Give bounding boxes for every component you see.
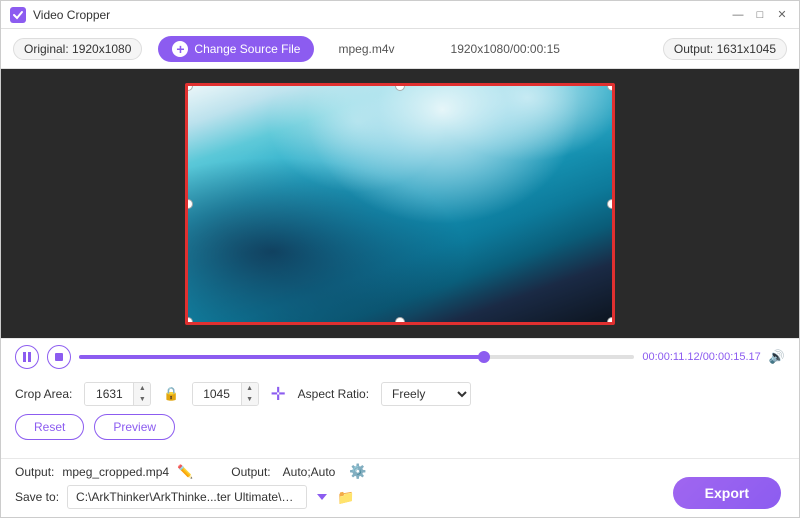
crop-height-down[interactable]: ▼	[242, 394, 258, 405]
crop-width-up[interactable]: ▲	[134, 383, 150, 394]
title-bar: Video Cropper — □ ✕	[1, 1, 799, 29]
lock-icon[interactable]: 🔒	[163, 386, 179, 402]
current-time: 00:00:11.12	[642, 351, 699, 363]
crop-width-spinners: ▲ ▼	[133, 383, 150, 405]
crop-width-input[interactable]	[85, 383, 133, 405]
reset-button[interactable]: Reset	[15, 414, 84, 440]
output-resolution-label: Output: 1631x1045	[663, 38, 787, 60]
video-area	[1, 69, 799, 338]
minimize-button[interactable]: —	[729, 6, 747, 24]
time-display: 00:00:11.12/00:00:15.17	[642, 351, 760, 363]
crop-height-input[interactable]	[193, 383, 241, 405]
folder-icon[interactable]: 📁	[337, 489, 354, 506]
stop-icon	[54, 352, 64, 362]
btn-row: Reset Preview	[15, 414, 785, 440]
output2-value: Auto;Auto	[283, 465, 336, 479]
main-window: Video Cropper — □ ✕ Original: 1920x1080 …	[0, 0, 800, 518]
preview-button[interactable]: Preview	[94, 414, 175, 440]
title-bar-left: Video Cropper	[9, 6, 110, 24]
crop-height-up[interactable]: ▲	[242, 383, 258, 394]
video-frame[interactable]	[185, 83, 615, 325]
crop-width-down[interactable]: ▼	[134, 394, 150, 405]
save-to-label: Save to:	[15, 490, 59, 504]
window-title: Video Cropper	[33, 8, 110, 22]
pause-button[interactable]	[15, 345, 39, 369]
bottom-left: Output: mpeg_cropped.mp4 ✏️ Output: Auto…	[15, 463, 673, 509]
playback-bar: 00:00:11.12/00:00:15.17 🔊	[1, 338, 799, 374]
bottom-area: Output: mpeg_cropped.mp4 ✏️ Output: Auto…	[1, 463, 799, 517]
crop-width-input-wrap[interactable]: ▲ ▼	[84, 382, 151, 406]
divider-1	[1, 458, 799, 459]
total-time: 00:00:15.17	[703, 351, 761, 363]
crop-handle-top-right[interactable]	[607, 83, 615, 91]
title-bar-controls: — □ ✕	[729, 6, 791, 24]
pause-icon	[22, 351, 32, 363]
save-path-text: C:\ArkThinker\ArkThinke...ter Ultimate\V…	[76, 490, 298, 504]
original-resolution-label: Original: 1920x1080	[13, 38, 142, 60]
wave-overlay	[188, 86, 612, 322]
app-icon	[9, 6, 27, 24]
controls-area: Crop Area: ▲ ▼ 🔒 ▲ ▼ ✛ Aspect Ratio: Fre…	[1, 374, 799, 454]
crop-height-spinners: ▲ ▼	[241, 383, 258, 405]
plus-icon: +	[172, 41, 188, 57]
crop-handle-bottom-right[interactable]	[607, 317, 615, 325]
volume-icon[interactable]: 🔊	[769, 349, 785, 365]
top-bar: Original: 1920x1080 + Change Source File…	[1, 29, 799, 69]
aspect-ratio-select[interactable]: Freely 16:9 4:3 1:1 9:16	[381, 382, 471, 406]
output-filename: mpeg_cropped.mp4	[62, 465, 169, 479]
file-name: mpeg.m4v	[338, 42, 394, 56]
progress-thumb[interactable]	[478, 351, 490, 363]
crop-height-input-wrap[interactable]: ▲ ▼	[192, 382, 259, 406]
edit-icon[interactable]: ✏️	[177, 464, 193, 480]
aspect-ratio-label: Aspect Ratio:	[298, 387, 369, 401]
move-icon[interactable]: ✛	[271, 384, 286, 405]
output-label: Output:	[15, 465, 54, 479]
progress-track[interactable]	[79, 355, 634, 359]
save-path-display: C:\ArkThinker\ArkThinke...ter Ultimate\V…	[67, 485, 307, 509]
progress-fill	[79, 355, 484, 359]
save-row: Save to: C:\ArkThinker\ArkThinke...ter U…	[15, 485, 673, 509]
change-source-label: Change Source File	[194, 42, 300, 56]
video-canvas	[1, 69, 799, 338]
crop-handle-middle-right[interactable]	[607, 199, 615, 209]
maximize-button[interactable]: □	[751, 6, 769, 24]
crop-handle-bottom-middle[interactable]	[395, 317, 405, 325]
output2-label: Output:	[231, 465, 270, 479]
output-row: Output: mpeg_cropped.mp4 ✏️ Output: Auto…	[15, 463, 673, 480]
stop-button[interactable]	[47, 345, 71, 369]
file-resolution: 1920x1080/00:00:15	[451, 42, 560, 56]
dropdown-arrow-icon[interactable]	[315, 490, 329, 504]
settings-icon[interactable]: ⚙️	[349, 463, 366, 480]
change-source-button[interactable]: + Change Source File	[158, 36, 314, 62]
crop-area-label: Crop Area:	[15, 387, 72, 401]
export-button[interactable]: Export	[673, 477, 781, 509]
close-button[interactable]: ✕	[773, 6, 791, 24]
crop-row: Crop Area: ▲ ▼ 🔒 ▲ ▼ ✛ Aspect Ratio: Fre…	[15, 382, 785, 406]
